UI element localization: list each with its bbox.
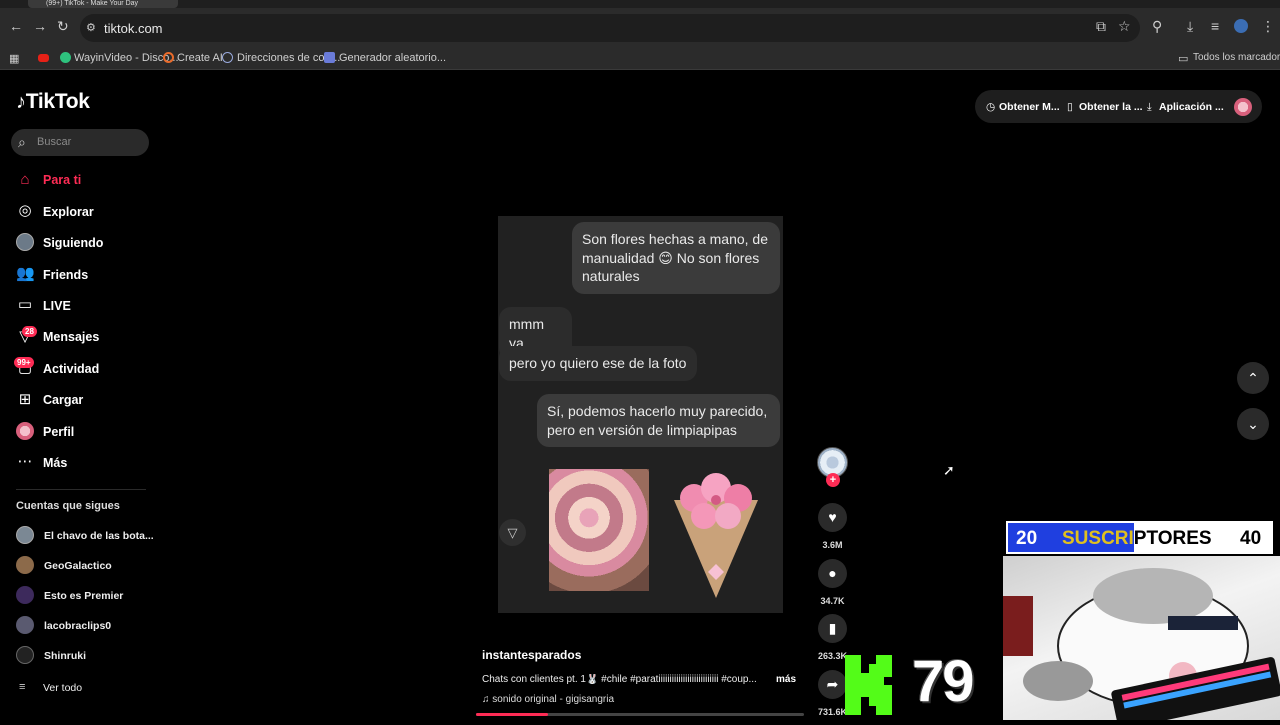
chat-bubble-sent: Son flores hechas a mano, de manualidad … bbox=[572, 222, 780, 294]
post-caption: Chats con clientes pt. 1🐰 #chile #parati… bbox=[482, 674, 757, 685]
avatar bbox=[16, 646, 34, 664]
install-icon[interactable]: ⧉ bbox=[1096, 19, 1106, 33]
upload-icon: ⊞ bbox=[18, 391, 32, 408]
comment-button[interactable]: ● bbox=[818, 559, 847, 588]
more-link[interactable]: más bbox=[776, 674, 796, 685]
download-icon[interactable]: ⤓ bbox=[1187, 19, 1193, 33]
create-ai-icon bbox=[163, 52, 174, 63]
kick-viewer-count: 79 bbox=[912, 649, 974, 714]
reload-icon[interactable]: ↻ bbox=[57, 19, 69, 33]
back-icon[interactable]: ← bbox=[9, 19, 23, 33]
browser-tab[interactable]: (99+) TikTok - Make Your Day bbox=[28, 0, 178, 8]
tiktok-logo[interactable]: ♪TikTok bbox=[16, 90, 90, 114]
chevron-up-icon: ⌃ bbox=[1247, 370, 1259, 386]
chat-bubble-sent: Sí, podemos hacerlo muy parecido, pero e… bbox=[537, 394, 780, 447]
post-username[interactable]: instantesparados bbox=[482, 648, 581, 662]
coin-icon: ◷ bbox=[986, 101, 996, 113]
phone-icon: ▯ bbox=[1067, 101, 1073, 113]
sound-link[interactable]: ♫ sonido original - gigisangria bbox=[482, 694, 614, 705]
video-progress-fill bbox=[476, 713, 549, 716]
friends-icon: 👥 bbox=[16, 265, 35, 282]
list-icon: ≡ bbox=[19, 681, 26, 693]
sub-current: 20 bbox=[1016, 528, 1038, 549]
bookmark-generador[interactable]: Generador aleatorio... bbox=[339, 52, 446, 64]
share-icon: ➦ bbox=[826, 676, 839, 692]
home-icon: ⌂ bbox=[20, 171, 30, 188]
comment-count: 34.7K bbox=[820, 596, 845, 606]
streamer-mascot-image bbox=[1003, 556, 1280, 725]
sub-label: SUSCRIPTORES bbox=[1062, 528, 1212, 549]
filter-icon[interactable]: ▽ bbox=[499, 519, 526, 546]
all-bookmarks-link[interactable]: Todos los marcadores bbox=[1193, 52, 1280, 63]
sub-goal: 40 bbox=[1240, 528, 1262, 549]
live-icon: ▭ bbox=[17, 296, 33, 313]
kick-logo-icon bbox=[845, 655, 892, 715]
following-avatar-icon bbox=[16, 233, 34, 251]
avatar bbox=[16, 526, 34, 544]
save-button[interactable]: ▮ bbox=[818, 614, 847, 643]
mascot-drawing bbox=[1003, 568, 1280, 725]
next-video-button[interactable]: ⌄ bbox=[1237, 408, 1269, 440]
site-info-icon[interactable]: ⚙ bbox=[86, 21, 96, 35]
heart-icon: ♥ bbox=[828, 509, 837, 525]
tiktok-note-icon: ♪ bbox=[16, 91, 26, 113]
more-icon: ⋯ bbox=[17, 453, 33, 470]
tab-title: (99+) TikTok - Make Your Day bbox=[46, 0, 139, 7]
media-icon[interactable]: ≡ bbox=[1211, 19, 1219, 33]
music-note-icon: ♫ bbox=[482, 694, 493, 705]
chevron-down-icon: ⌄ bbox=[1247, 416, 1259, 432]
like-button[interactable]: ♥ bbox=[818, 503, 847, 532]
search-icon: ⌕ bbox=[18, 134, 26, 150]
search-placeholder: Buscar bbox=[37, 136, 72, 148]
extensions-icon[interactable]: ⚲ bbox=[1152, 19, 1162, 33]
bookmark-star-icon[interactable]: ☆ bbox=[1118, 19, 1131, 33]
avatar bbox=[16, 616, 34, 634]
follow-plus-icon[interactable]: + bbox=[826, 473, 840, 487]
bookmark-create-ai[interactable]: Create AI bbox=[177, 52, 223, 64]
avatar[interactable] bbox=[1234, 98, 1252, 116]
activity-badge: 99+ bbox=[14, 357, 34, 368]
following-header: Cuentas que sigues bbox=[16, 500, 120, 512]
previous-video-button[interactable]: ⌃ bbox=[1237, 362, 1269, 394]
sidebar-divider bbox=[16, 489, 146, 490]
profile-avatar-icon[interactable] bbox=[1234, 19, 1248, 33]
download-icon: ⤓ bbox=[1147, 101, 1152, 113]
generator-icon bbox=[324, 52, 335, 63]
bouquet-photo bbox=[549, 469, 649, 591]
url-text[interactable]: tiktok.com bbox=[104, 21, 163, 36]
browser-tab-strip bbox=[0, 0, 1280, 8]
share-button[interactable]: ➦ bbox=[818, 670, 847, 699]
pink-bouquet-image bbox=[674, 473, 758, 598]
avatar bbox=[16, 586, 34, 604]
like-count: 3.6M bbox=[822, 540, 843, 550]
youtube-icon[interactable] bbox=[38, 54, 49, 62]
compass-icon: ◎ bbox=[18, 202, 32, 219]
menu-icon[interactable]: ⋮ bbox=[1261, 19, 1275, 33]
wayinvideo-icon bbox=[60, 52, 71, 63]
profile-avatar-icon bbox=[16, 422, 34, 440]
avatar bbox=[16, 556, 34, 574]
apps-icon[interactable]: ▦ bbox=[9, 52, 19, 65]
mouse-cursor-icon: ➚ bbox=[943, 462, 955, 478]
messages-badge: 28 bbox=[22, 326, 37, 337]
globe-icon bbox=[222, 52, 233, 63]
folder-icon: ▭ bbox=[1178, 53, 1189, 65]
chat-bubble-received: pero yo quiero ese de la foto bbox=[499, 346, 697, 381]
comment-icon: ● bbox=[828, 565, 837, 581]
bookmark-icon: ▮ bbox=[828, 620, 837, 636]
address-bar[interactable] bbox=[80, 14, 1140, 42]
forward-icon[interactable]: → bbox=[33, 19, 47, 33]
search-input[interactable] bbox=[11, 129, 149, 156]
